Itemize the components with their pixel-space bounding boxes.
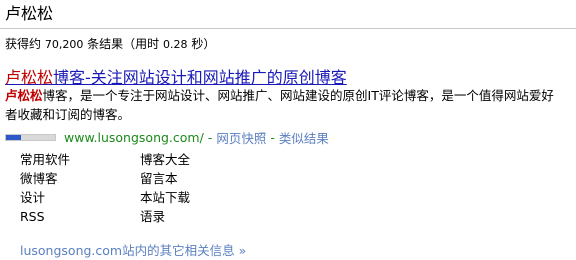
stats-prefix: 获得约: [5, 37, 42, 51]
pagerank-fill: [6, 135, 21, 140]
similar-results-link[interactable]: 类似结果: [279, 128, 329, 147]
result-url-line: www.lusongsong.com/ - 网页快照 - 类似结果: [5, 128, 329, 147]
stats-time: 0.28: [163, 38, 188, 51]
search-query-title: 卢松松: [5, 4, 54, 23]
result-snippet: 卢松松博客，是一个专注于网站设计、网站推广、网站建设的原创IT评论博客，是一个值…: [5, 86, 565, 124]
result-url: www.lusongsong.com/: [64, 130, 204, 145]
result-title-highlight: 卢松松: [5, 68, 54, 87]
stats-count: 70,200: [44, 38, 84, 51]
stats-middle: 条结果（用时: [87, 37, 160, 51]
pagerank-bar: [5, 134, 56, 141]
sitelink-design[interactable]: 设计: [20, 189, 140, 206]
result-title-text: 博客-关注网站设计和网站推广的原创博客: [53, 68, 347, 87]
url-separator: -: [207, 130, 213, 145]
sitelink-rss[interactable]: RSS: [20, 208, 140, 225]
header-divider: [0, 28, 576, 29]
sitelink-quotes[interactable]: 语录: [140, 208, 290, 225]
cache-link[interactable]: 网页快照: [216, 128, 266, 147]
cache-separator: -: [270, 130, 275, 145]
snippet-text: 博客，是一个专注于网站设计、网站推广、网站建设的原创IT评论博客，是一个值得网站…: [5, 88, 554, 122]
stats-suffix: 秒）: [191, 37, 216, 51]
sitelink-downloads[interactable]: 本站下载: [140, 189, 290, 206]
snippet-highlight: 卢松松: [5, 88, 43, 103]
sitelink-microblog[interactable]: 微博客: [20, 170, 140, 187]
result-title-link[interactable]: 卢松松博客-关注网站设计和网站推广的原创博客: [5, 64, 347, 88]
sitelink-blog-directory[interactable]: 博客大全: [140, 151, 290, 168]
result-stats: 获得约 70,200 条结果（用时 0.28 秒）: [5, 35, 215, 52]
sitelink-software[interactable]: 常用软件: [20, 151, 140, 168]
sitelink-guestbook[interactable]: 留言本: [140, 170, 290, 187]
sitelinks-grid: 常用软件 博客大全 微博客 留言本 设计 本站下载 RSS 语录: [20, 151, 290, 225]
more-from-site-link[interactable]: lusongsong.com站内的其它相关信息 »: [20, 240, 246, 259]
